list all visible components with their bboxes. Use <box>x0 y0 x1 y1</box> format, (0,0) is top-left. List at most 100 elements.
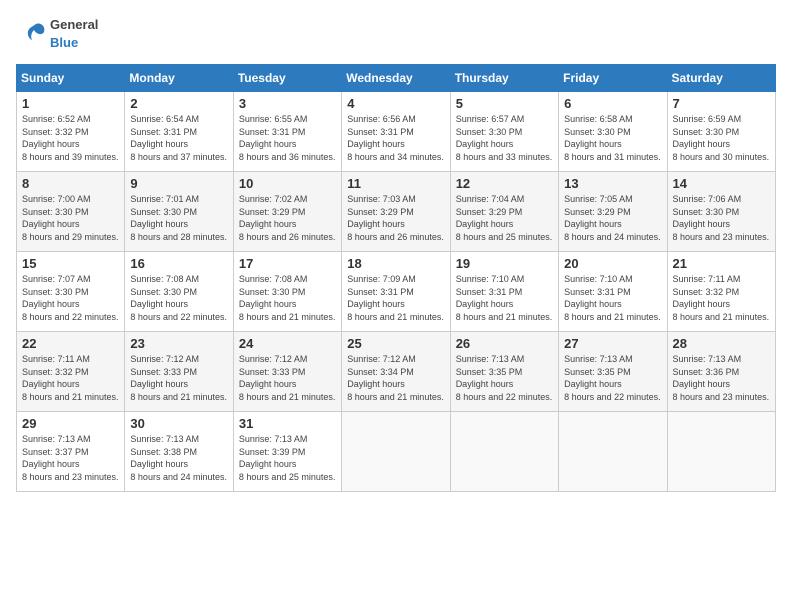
day-number: 18 <box>347 256 444 271</box>
day-number: 1 <box>22 96 119 111</box>
day-info: Sunrise: 7:10 AMSunset: 3:31 PMDaylight … <box>456 273 553 323</box>
day-info: Sunrise: 7:09 AMSunset: 3:31 PMDaylight … <box>347 273 444 323</box>
calendar-cell: 9 Sunrise: 7:01 AMSunset: 3:30 PMDaylight… <box>125 172 233 252</box>
calendar-cell: 4 Sunrise: 6:56 AMSunset: 3:31 PMDaylight… <box>342 92 450 172</box>
logo-blue: Blue <box>50 35 78 50</box>
day-number: 27 <box>564 336 661 351</box>
logo-general: General <box>50 17 98 32</box>
header: General Blue <box>16 16 776 52</box>
calendar-cell <box>450 412 558 492</box>
calendar-cell: 3 Sunrise: 6:55 AMSunset: 3:31 PMDaylight… <box>233 92 341 172</box>
weekday-header: Tuesday <box>233 65 341 92</box>
calendar-cell: 17 Sunrise: 7:08 AMSunset: 3:30 PMDayligh… <box>233 252 341 332</box>
day-info: Sunrise: 6:56 AMSunset: 3:31 PMDaylight … <box>347 113 444 163</box>
day-info: Sunrise: 6:58 AMSunset: 3:30 PMDaylight … <box>564 113 661 163</box>
calendar-cell: 20 Sunrise: 7:10 AMSunset: 3:31 PMDayligh… <box>559 252 667 332</box>
calendar-cell: 7 Sunrise: 6:59 AMSunset: 3:30 PMDaylight… <box>667 92 775 172</box>
calendar-cell: 31 Sunrise: 7:13 AMSunset: 3:39 PMDayligh… <box>233 412 341 492</box>
logo-text: General Blue <box>16 16 98 52</box>
day-info: Sunrise: 7:00 AMSunset: 3:30 PMDaylight … <box>22 193 119 243</box>
weekday-header: Monday <box>125 65 233 92</box>
calendar-cell: 11 Sunrise: 7:03 AMSunset: 3:29 PMDayligh… <box>342 172 450 252</box>
calendar-cell: 2Sunrise: 6:54 AMSunset: 3:31 PMDaylight… <box>125 92 233 172</box>
weekday-header: Saturday <box>667 65 775 92</box>
day-number: 28 <box>673 336 770 351</box>
day-number: 21 <box>673 256 770 271</box>
calendar-cell: 19 Sunrise: 7:10 AMSunset: 3:31 PMDayligh… <box>450 252 558 332</box>
day-number: 2 <box>130 96 227 111</box>
calendar-cell <box>342 412 450 492</box>
day-info: Sunrise: 7:11 AMSunset: 3:32 PMDaylight … <box>22 353 119 403</box>
day-number: 25 <box>347 336 444 351</box>
day-info: Sunrise: 7:04 AMSunset: 3:29 PMDaylight … <box>456 193 553 243</box>
day-number: 16 <box>130 256 227 271</box>
day-number: 24 <box>239 336 336 351</box>
day-number: 5 <box>456 96 553 111</box>
calendar-cell: 6Sunrise: 6:58 AMSunset: 3:30 PMDaylight… <box>559 92 667 172</box>
calendar-cell: 26 Sunrise: 7:13 AMSunset: 3:35 PMDayligh… <box>450 332 558 412</box>
day-info: Sunrise: 6:55 AMSunset: 3:31 PMDaylight … <box>239 113 336 163</box>
calendar-cell: 22 Sunrise: 7:11 AMSunset: 3:32 PMDayligh… <box>17 332 125 412</box>
day-number: 8 <box>22 176 119 191</box>
day-info: Sunrise: 7:12 AMSunset: 3:33 PMDaylight … <box>239 353 336 403</box>
weekday-header: Wednesday <box>342 65 450 92</box>
calendar-cell <box>667 412 775 492</box>
weekday-header-row: SundayMondayTuesdayWednesdayThursdayFrid… <box>17 65 776 92</box>
calendar-cell: 18 Sunrise: 7:09 AMSunset: 3:31 PMDayligh… <box>342 252 450 332</box>
calendar-cell: 23Sunrise: 7:12 AMSunset: 3:33 PMDayligh… <box>125 332 233 412</box>
day-info: Sunrise: 6:59 AMSunset: 3:30 PMDaylight … <box>673 113 770 163</box>
day-number: 3 <box>239 96 336 111</box>
calendar-cell: 28 Sunrise: 7:13 AMSunset: 3:36 PMDayligh… <box>667 332 775 412</box>
calendar-week-row: 29Sunrise: 7:13 AMSunset: 3:37 PMDayligh… <box>17 412 776 492</box>
day-number: 4 <box>347 96 444 111</box>
day-info: Sunrise: 7:13 AMSunset: 3:37 PMDaylight … <box>22 433 119 483</box>
calendar-cell: 8 Sunrise: 7:00 AMSunset: 3:30 PMDaylight… <box>17 172 125 252</box>
day-info: Sunrise: 7:13 AMSunset: 3:39 PMDaylight … <box>239 433 336 483</box>
day-number: 12 <box>456 176 553 191</box>
calendar-cell: 16 Sunrise: 7:08 AMSunset: 3:30 PMDayligh… <box>125 252 233 332</box>
day-info: Sunrise: 7:13 AMSunset: 3:36 PMDaylight … <box>673 353 770 403</box>
calendar-cell: 30 Sunrise: 7:13 AMSunset: 3:38 PMDayligh… <box>125 412 233 492</box>
day-number: 22 <box>22 336 119 351</box>
day-number: 11 <box>347 176 444 191</box>
day-info: Sunrise: 7:08 AMSunset: 3:30 PMDaylight … <box>130 273 227 323</box>
day-number: 9 <box>130 176 227 191</box>
day-number: 19 <box>456 256 553 271</box>
day-number: 26 <box>456 336 553 351</box>
day-number: 13 <box>564 176 661 191</box>
day-number: 20 <box>564 256 661 271</box>
day-info: Sunrise: 7:13 AMSunset: 3:35 PMDaylight … <box>564 353 661 403</box>
calendar-cell: 13 Sunrise: 7:05 AMSunset: 3:29 PMDayligh… <box>559 172 667 252</box>
day-info: Sunrise: 6:57 AMSunset: 3:30 PMDaylight … <box>456 113 553 163</box>
calendar-cell: 24 Sunrise: 7:12 AMSunset: 3:33 PMDayligh… <box>233 332 341 412</box>
calendar-cell: 29Sunrise: 7:13 AMSunset: 3:37 PMDayligh… <box>17 412 125 492</box>
calendar-cell: 14Sunrise: 7:06 AMSunset: 3:30 PMDayligh… <box>667 172 775 252</box>
day-info: Sunrise: 7:06 AMSunset: 3:30 PMDaylight … <box>673 193 770 243</box>
day-info: Sunrise: 7:01 AMSunset: 3:30 PMDaylight … <box>130 193 227 243</box>
day-info: Sunrise: 7:08 AMSunset: 3:30 PMDaylight … <box>239 273 336 323</box>
weekday-header: Friday <box>559 65 667 92</box>
day-info: Sunrise: 7:13 AMSunset: 3:35 PMDaylight … <box>456 353 553 403</box>
day-info: Sunrise: 7:12 AMSunset: 3:33 PMDaylight … <box>130 353 227 403</box>
calendar-cell: 5 Sunrise: 6:57 AMSunset: 3:30 PMDaylight… <box>450 92 558 172</box>
calendar-cell: 27 Sunrise: 7:13 AMSunset: 3:35 PMDayligh… <box>559 332 667 412</box>
calendar-week-row: 1 Sunrise: 6:52 AMSunset: 3:32 PMDaylight… <box>17 92 776 172</box>
calendar-cell: 12 Sunrise: 7:04 AMSunset: 3:29 PMDayligh… <box>450 172 558 252</box>
day-number: 17 <box>239 256 336 271</box>
day-info: Sunrise: 7:11 AMSunset: 3:32 PMDaylight … <box>673 273 770 323</box>
calendar-cell: 10Sunrise: 7:02 AMSunset: 3:29 PMDayligh… <box>233 172 341 252</box>
day-info: Sunrise: 7:03 AMSunset: 3:29 PMDaylight … <box>347 193 444 243</box>
day-number: 30 <box>130 416 227 431</box>
logo: General Blue <box>16 16 98 52</box>
calendar-cell: 15Sunrise: 7:07 AMSunset: 3:30 PMDayligh… <box>17 252 125 332</box>
day-info: Sunrise: 6:52 AMSunset: 3:32 PMDaylight … <box>22 113 119 163</box>
weekday-header: Thursday <box>450 65 558 92</box>
day-number: 31 <box>239 416 336 431</box>
weekday-header: Sunday <box>17 65 125 92</box>
day-info: Sunrise: 7:13 AMSunset: 3:38 PMDaylight … <box>130 433 227 483</box>
day-info: Sunrise: 7:10 AMSunset: 3:31 PMDaylight … <box>564 273 661 323</box>
calendar-week-row: 8 Sunrise: 7:00 AMSunset: 3:30 PMDaylight… <box>17 172 776 252</box>
day-number: 7 <box>673 96 770 111</box>
day-info: Sunrise: 7:05 AMSunset: 3:29 PMDaylight … <box>564 193 661 243</box>
day-info: Sunrise: 7:02 AMSunset: 3:29 PMDaylight … <box>239 193 336 243</box>
